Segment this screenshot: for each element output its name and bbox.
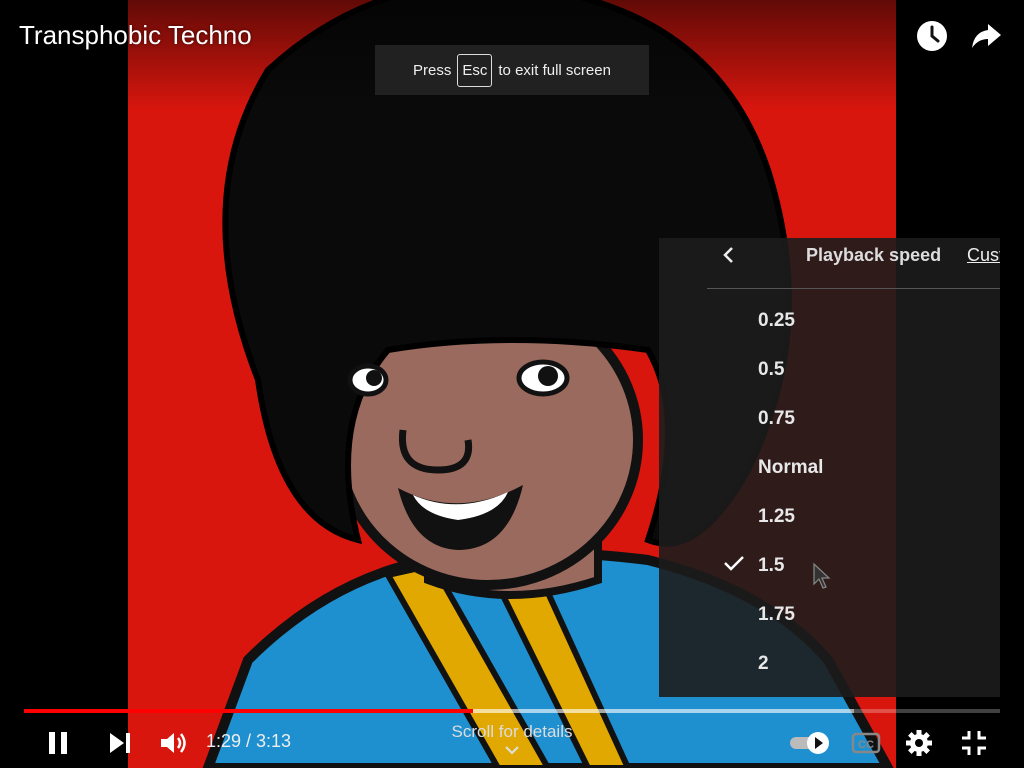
speed-option-label: 1.25 [758, 506, 795, 527]
fullscreen-exit-hint: Press Esc to exit full screen [375, 45, 649, 95]
speed-option-label: 2 [758, 653, 769, 674]
scroll-for-details[interactable]: Scroll for details [412, 722, 612, 742]
video-title: Transphobic Techno [19, 20, 252, 50]
svg-text:CC: CC [858, 739, 874, 751]
autoplay-toggle[interactable] [788, 725, 834, 761]
speed-option-1.75[interactable]: 1.75 [659, 592, 1000, 641]
progress-bar[interactable] [24, 709, 1000, 713]
speed-option-0.75[interactable]: 0.75 [659, 396, 1000, 445]
speed-option-label: 1.75 [758, 604, 795, 625]
volume-icon[interactable] [155, 725, 191, 761]
pause-icon[interactable] [40, 725, 76, 761]
divider [707, 288, 1000, 289]
chevron-down-icon[interactable] [500, 743, 524, 759]
mouse-cursor-icon [812, 562, 834, 590]
time-display: 1:29 / 3:13 [206, 731, 292, 751]
speed-option-label: Normal [758, 457, 824, 478]
speed-option-label: 0.5 [758, 359, 785, 380]
speed-menu-header: Playback speed Cust [659, 238, 1000, 288]
playback-speed-menu: Playback speed Cust 0.25 0.5 0.75 Normal… [659, 238, 1000, 697]
checkmark-icon [723, 552, 745, 580]
speed-option-label: 0.25 [758, 310, 795, 331]
played-progress [24, 709, 473, 713]
clock-icon[interactable] [914, 18, 950, 54]
speed-option-2[interactable]: 2 [659, 641, 1000, 690]
custom-speed-link[interactable]: Cust [967, 245, 1000, 266]
player-controls: 1:29 / 3:13 Scroll for details CC [0, 715, 1024, 768]
exit-fullscreen-icon[interactable] [956, 725, 992, 761]
next-icon[interactable] [102, 725, 138, 761]
hint-suffix: to exit full screen [498, 61, 611, 79]
speed-option-normal[interactable]: Normal [659, 445, 1000, 494]
captions-icon[interactable]: CC [848, 725, 884, 761]
speed-option-1.25[interactable]: 1.25 [659, 494, 1000, 543]
speed-option-0.25[interactable]: 0.25 [659, 298, 1000, 347]
gear-icon[interactable] [901, 725, 937, 761]
speed-menu-title: Playback speed [806, 245, 942, 265]
esc-key: Esc [457, 53, 493, 87]
speed-option-label: 1.5 [758, 555, 785, 576]
share-arrow-icon[interactable] [968, 18, 1004, 54]
speed-option-label: 0.75 [758, 408, 795, 429]
speed-option-0.5[interactable]: 0.5 [659, 347, 1000, 396]
hint-prefix: Press [413, 61, 452, 79]
chevron-left-icon[interactable] [721, 244, 737, 272]
